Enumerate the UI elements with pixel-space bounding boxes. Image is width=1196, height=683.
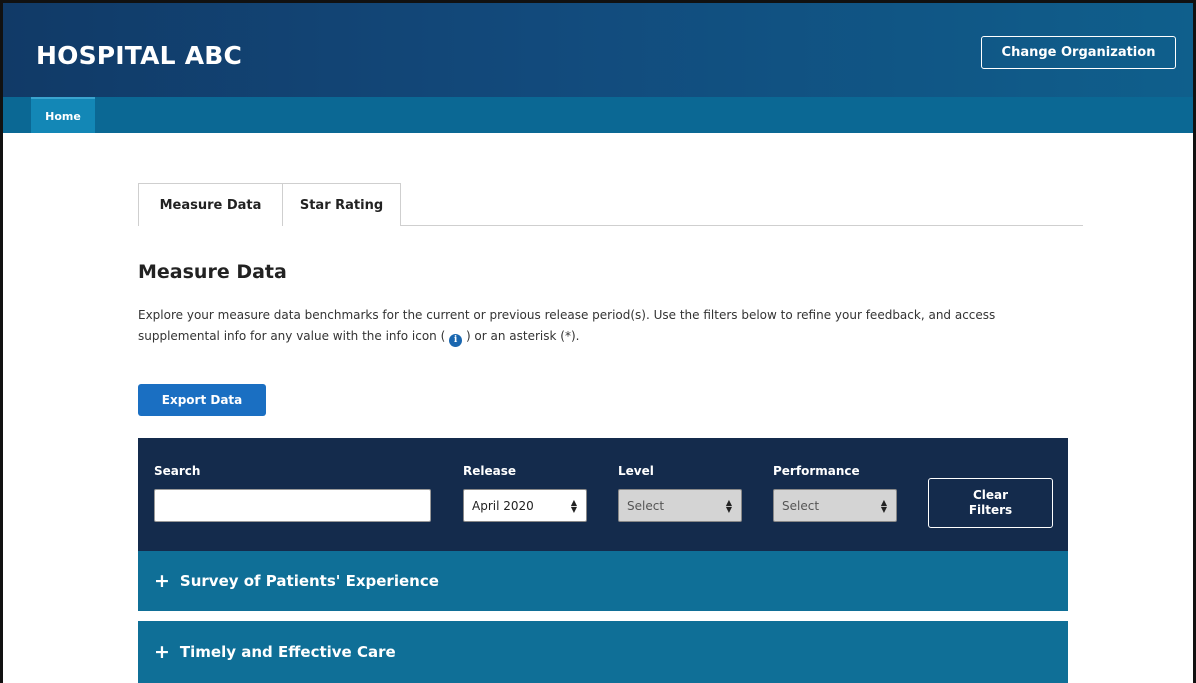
filter-panel: Search Release April 2020 ▲ ▼ Level Selec… bbox=[138, 438, 1068, 551]
release-label: Release bbox=[463, 464, 517, 478]
section-survey-of-patients-experience[interactable]: + Survey of Patients' Experience bbox=[138, 551, 1068, 611]
page-description: Explore your measure data benchmarks for… bbox=[138, 305, 1073, 347]
page-title: Measure Data bbox=[138, 261, 287, 283]
clear-filters-label-line2: Filters bbox=[968, 503, 1013, 517]
search-label: Search bbox=[154, 464, 201, 478]
level-select-value: Select bbox=[627, 498, 665, 513]
tab-bar: Measure Data Star Rating bbox=[138, 183, 1083, 226]
release-select-value: April 2020 bbox=[472, 498, 534, 513]
clear-filters-button[interactable]: Clear Filters bbox=[928, 478, 1053, 528]
sort-arrows-icon: ▲ ▼ bbox=[880, 497, 888, 514]
section-timely-and-effective-care[interactable]: + Timely and Effective Care bbox=[138, 621, 1068, 683]
tab-measure-data[interactable]: Measure Data bbox=[138, 183, 283, 226]
level-select[interactable]: Select ▲ ▼ bbox=[618, 489, 742, 522]
sort-arrows-icon: ▲ ▼ bbox=[570, 497, 578, 514]
change-organization-button[interactable]: Change Organization bbox=[981, 36, 1176, 69]
page-frame: HOSPITAL ABC Change Organization Home Me… bbox=[0, 0, 1196, 683]
search-input[interactable] bbox=[154, 489, 431, 522]
export-data-button[interactable]: Export Data bbox=[138, 384, 266, 416]
organization-name: HOSPITAL ABC bbox=[36, 41, 243, 70]
section-label: Timely and Effective Care bbox=[179, 643, 396, 661]
performance-label: Performance bbox=[773, 464, 860, 478]
section-label: Survey of Patients' Experience bbox=[179, 572, 439, 590]
nav-bar: Home bbox=[3, 97, 1193, 133]
sort-arrows-icon: ▲ ▼ bbox=[725, 497, 733, 514]
site-header: HOSPITAL ABC Change Organization bbox=[3, 3, 1193, 97]
tab-star-rating[interactable]: Star Rating bbox=[282, 183, 401, 226]
plus-icon: + bbox=[154, 569, 170, 592]
performance-select-value: Select bbox=[782, 498, 820, 513]
clear-filters-label-line1: Clear bbox=[972, 488, 1009, 502]
performance-select[interactable]: Select ▲ ▼ bbox=[773, 489, 897, 522]
release-select[interactable]: April 2020 ▲ ▼ bbox=[463, 489, 587, 522]
info-icon: i bbox=[449, 334, 463, 347]
plus-icon: + bbox=[154, 640, 170, 663]
nav-item-home[interactable]: Home bbox=[31, 97, 95, 133]
level-label: Level bbox=[618, 464, 654, 478]
description-text-end: ) or an asterisk (*). bbox=[465, 329, 580, 343]
